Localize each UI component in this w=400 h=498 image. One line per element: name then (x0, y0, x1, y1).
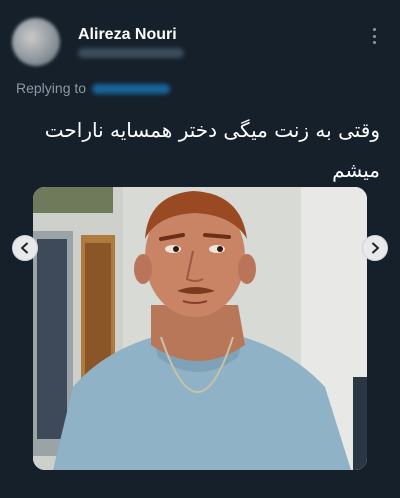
display-name[interactable]: Alireza Nouri (78, 26, 177, 44)
chevron-left-icon[interactable] (12, 235, 38, 261)
tweet-text: وقتی به زنت میگی دختر همسایه ناراحت میشم (44, 118, 380, 182)
replying-to-label: Replying to (16, 80, 87, 96)
blurred-handle (78, 48, 184, 58)
tweet-media-image[interactable] (33, 187, 367, 470)
more-vertical-icon[interactable] (366, 26, 382, 46)
blurred-reply-handle[interactable] (92, 84, 171, 95)
chevron-right-icon[interactable] (362, 235, 388, 261)
avatar[interactable] (12, 18, 60, 66)
man-photo (33, 187, 367, 470)
replying-to: Replying to (16, 80, 171, 96)
